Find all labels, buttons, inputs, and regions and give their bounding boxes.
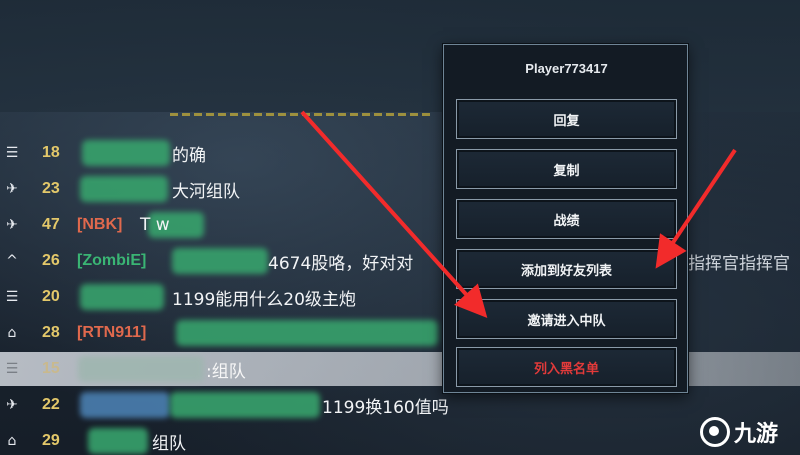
- stats-button[interactable]: 战绩: [456, 199, 677, 239]
- chat-message: 4674股咯，好对对: [268, 253, 414, 274]
- rank-icon: ☰: [5, 145, 19, 161]
- blurred-name: [82, 140, 170, 166]
- chat-message: 组队: [152, 433, 186, 454]
- player-name: Player773417: [525, 61, 608, 76]
- reply-button[interactable]: 回复: [456, 99, 677, 139]
- player-level: 20: [42, 288, 60, 305]
- rank-icon: ^: [6, 253, 18, 269]
- invite-to-squad-button[interactable]: 邀请进入中队: [456, 299, 677, 339]
- player-context-menu: Player773417 回复 复制 战绩 添加到好友列表 邀请进入中队 列入黑…: [443, 44, 688, 393]
- chat-message-overflow: 指挥官指挥官: [688, 253, 790, 274]
- rank-icon: ✈: [6, 217, 18, 233]
- squad-tag: [RTN911]: [77, 324, 147, 341]
- rank-icon: ☰: [5, 361, 19, 377]
- blurred-name: [80, 176, 168, 202]
- chat-message: 1199换160值吗: [322, 397, 449, 418]
- watermark-logo-icon: [700, 416, 730, 447]
- player-level: 26: [42, 252, 60, 269]
- player-level: 28: [42, 324, 60, 341]
- chat-row[interactable]: ✈ 22 1199换160值吗: [0, 388, 800, 422]
- player-level: 47: [42, 216, 60, 233]
- chat-row[interactable]: ⌂ 29 组队: [0, 424, 800, 455]
- chat-message: :组队: [206, 361, 246, 382]
- add-friend-button[interactable]: 添加到好友列表: [456, 249, 677, 289]
- chat-message: T w: [140, 215, 170, 235]
- player-level: 15: [42, 360, 60, 377]
- squad-tag: [NBK]: [77, 216, 123, 233]
- blurred-name: [170, 392, 320, 418]
- blacklist-button[interactable]: 列入黑名单: [456, 347, 677, 387]
- blurred-name: [80, 392, 170, 418]
- rank-icon: ☰: [5, 289, 19, 305]
- squad-tag: [ZombiE]: [77, 252, 147, 269]
- player-level: 23: [42, 180, 60, 197]
- rank-icon: ✈: [6, 181, 18, 197]
- player-level: 18: [42, 144, 60, 161]
- chat-message: 1199能用什么20级主炮: [172, 289, 356, 310]
- rank-icon: ⌂: [7, 325, 17, 341]
- player-level: 22: [42, 396, 60, 413]
- site-watermark: 九游: [700, 408, 800, 455]
- blurred-name: [88, 428, 148, 454]
- rank-icon: ⌂: [7, 433, 17, 449]
- blurred-name: [176, 320, 438, 346]
- chat-message: 的确: [172, 145, 206, 166]
- tab-underline: [170, 113, 430, 116]
- chat-message: 大河组队: [172, 181, 240, 202]
- player-level: 29: [42, 432, 60, 449]
- watermark-text: 九游: [734, 421, 779, 447]
- blurred-name: [80, 284, 164, 310]
- blurred-name: [78, 356, 204, 382]
- rank-icon: ✈: [6, 397, 18, 413]
- copy-button[interactable]: 复制: [456, 149, 677, 189]
- blurred-name: [172, 248, 268, 274]
